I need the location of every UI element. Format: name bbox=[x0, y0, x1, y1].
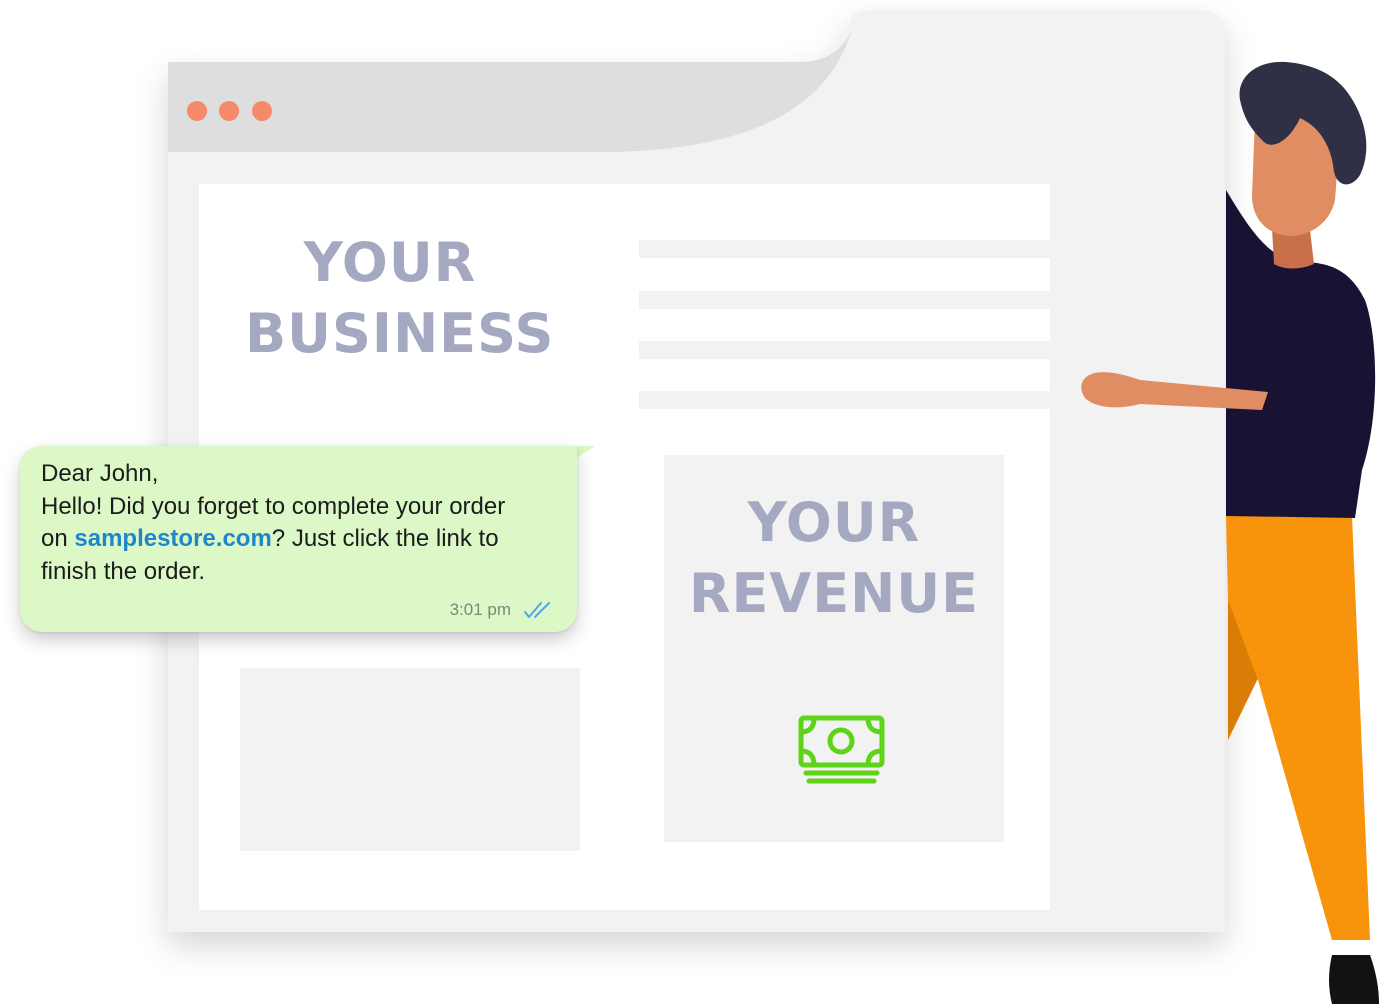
text-placeholder-line bbox=[639, 240, 1051, 258]
illustration-scene: YOUR BUSINESS YOUR REVENUE Dear John, He… bbox=[0, 0, 1379, 1004]
message-line: finish the order. bbox=[41, 557, 206, 585]
close-dot[interactable] bbox=[187, 101, 207, 121]
revenue-line-1: YOUR bbox=[747, 491, 921, 554]
minimize-dot[interactable] bbox=[219, 101, 239, 121]
message-line-with-link: on samplestore.com? Just click the link … bbox=[41, 523, 557, 556]
double-check-icon bbox=[524, 602, 550, 618]
message-text: ? Just click the link to bbox=[271, 525, 499, 552]
image-placeholder bbox=[240, 668, 580, 851]
message-meta: 3:01 pm bbox=[450, 600, 555, 620]
message-line: Hello! Did you forget to complete your o… bbox=[41, 492, 506, 520]
business-line-2: BUSINESS bbox=[245, 302, 555, 365]
text-placeholder-line bbox=[639, 291, 1051, 309]
maximize-dot[interactable] bbox=[252, 101, 272, 121]
text-placeholder-line bbox=[639, 341, 1051, 359]
store-link[interactable]: samplestore.com bbox=[74, 525, 271, 552]
text-placeholder-line bbox=[639, 391, 1051, 409]
revenue-line-2: REVENUE bbox=[688, 562, 980, 625]
business-line-1: YOUR bbox=[303, 231, 477, 294]
chat-message-bubble: Dear John, Hello! Did you forget to comp… bbox=[20, 446, 577, 632]
message-greeting: Dear John, bbox=[41, 460, 159, 487]
message-text: on bbox=[41, 525, 75, 552]
message-time: 3:01 pm bbox=[449, 600, 511, 619]
